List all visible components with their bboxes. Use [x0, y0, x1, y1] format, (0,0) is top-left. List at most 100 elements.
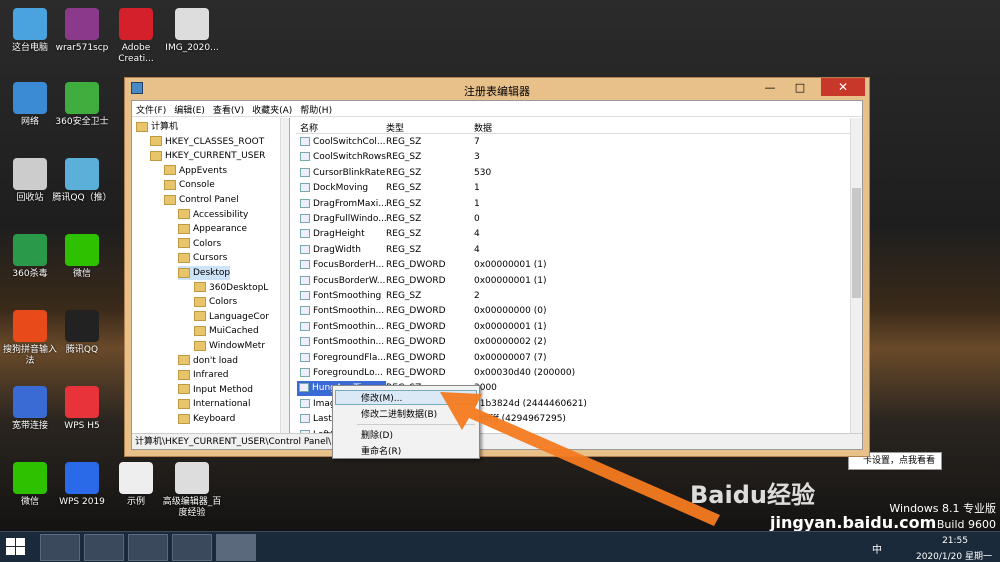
minimize-button[interactable]: — — [757, 81, 783, 94]
value-row[interactable]: FontSmoothing REG_SZ 2 — [296, 289, 850, 304]
menu-item[interactable]: 收藏夹(A) — [248, 101, 296, 118]
desktop-icon[interactable]: 搜狗拼音输入法 — [0, 310, 60, 367]
reg-value-icon — [300, 398, 310, 408]
value-row[interactable]: CursorBlinkRate REG_SZ 530 — [296, 166, 850, 181]
column-data[interactable]: 数据 — [474, 121, 492, 134]
desktop-icon[interactable]: 腾讯QQ（推） — [52, 158, 112, 204]
tree-node-label: Accessibility — [193, 209, 249, 220]
tree-node[interactable]: Appearance — [178, 222, 247, 236]
desktop-icon[interactable]: 高级编辑器_百度经验 — [162, 462, 222, 519]
value-row[interactable]: FontSmoothin... REG_DWORD 0x00000002 (2) — [296, 335, 850, 350]
desktop-icon[interactable]: 示例 — [106, 462, 166, 508]
menu-modify[interactable]: 修改(M)... — [361, 391, 402, 404]
taskbar-explorer-icon[interactable] — [172, 534, 212, 561]
tree-node[interactable]: WindowMetr — [194, 339, 265, 353]
desktop-icon[interactable]: 这台电脑 — [0, 8, 60, 54]
desktop-icon[interactable]: 微信 — [52, 234, 112, 280]
value-row[interactable]: FocusBorderH... REG_DWORD 0x00000001 (1) — [296, 258, 850, 273]
value-name: DockMoving — [313, 183, 369, 194]
tree-node[interactable]: Accessibility — [178, 208, 248, 222]
folder-icon — [136, 121, 148, 132]
value-row[interactable]: DockMoving REG_SZ 1 — [296, 181, 850, 196]
desktop-icon[interactable]: 网络 — [0, 82, 60, 128]
tree-node[interactable]: Input Method — [178, 383, 253, 397]
column-name[interactable]: 名称 — [300, 121, 318, 134]
value-row[interactable]: CoolSwitchCol... REG_SZ 7 — [296, 135, 850, 150]
desktop-icon[interactable]: 360安全卫士 — [52, 82, 112, 128]
value-row[interactable]: DragFullWindo... REG_SZ 0 — [296, 212, 850, 227]
tree-node[interactable]: Desktop — [178, 266, 231, 280]
desktop-icon[interactable]: 微信 — [0, 462, 60, 508]
value-name-cell: FocusBorderH... — [300, 258, 384, 273]
value-row[interactable]: CoolSwitchRows REG_SZ 3 — [296, 150, 850, 165]
taskbar-browser-icon[interactable] — [40, 534, 80, 561]
tree-node[interactable]: Cursors — [178, 251, 227, 265]
reg-value-icon — [300, 244, 310, 254]
menu-delete[interactable]: 删除(D) — [361, 428, 393, 441]
desktop-icon[interactable]: 回收站 — [0, 158, 60, 204]
tree-node[interactable]: HKEY_CLASSES_ROOT — [150, 135, 264, 149]
tree-node[interactable]: HKEY_CURRENT_USER — [150, 149, 265, 163]
tree-node[interactable]: Colors — [194, 295, 237, 309]
column-type[interactable]: 类型 — [386, 121, 404, 134]
tree-node[interactable]: LanguageCor — [194, 310, 269, 324]
value-row[interactable]: ForegroundFla... REG_DWORD 0x00000007 (7) — [296, 351, 850, 366]
taskbar-ie-icon[interactable] — [84, 534, 124, 561]
folder-icon — [194, 325, 206, 336]
tree-node-label: MuiCached — [209, 326, 259, 337]
tree-node[interactable]: MuiCached — [194, 324, 259, 338]
tree-node[interactable]: AppEvents — [164, 164, 227, 178]
value-data: 0x00030d40 (200000) — [474, 368, 576, 378]
folder-icon — [194, 282, 206, 293]
tree-node[interactable]: don't load — [178, 354, 238, 368]
value-data: 0x00000001 (1) — [474, 275, 547, 286]
tree-node-label: Input Method — [193, 384, 253, 395]
desktop-icon-label: 360杀毒 — [12, 269, 48, 279]
menu-item[interactable]: 帮助(H) — [296, 101, 336, 118]
clock-time[interactable]: 21:55 — [942, 536, 968, 546]
title-bar[interactable]: 注册表编辑器 — □ ✕ — [125, 78, 869, 100]
value-row[interactable]: DragFromMaxi... REG_SZ 1 — [296, 197, 850, 212]
tree-node[interactable]: Console — [164, 178, 215, 192]
value-row[interactable]: DragHeight REG_SZ 4 — [296, 227, 850, 242]
desktop-icon[interactable]: 360杀毒 — [0, 234, 60, 280]
clock-date[interactable]: 2020/1/20 星期一 — [916, 549, 992, 562]
menu-item[interactable]: 编辑(E) — [170, 101, 209, 118]
value-row[interactable]: FontSmoothin... REG_DWORD 0x00000000 (0) — [296, 304, 850, 319]
list-scroll-thumb[interactable] — [852, 188, 861, 298]
desktop-icon[interactable]: IMG_2020... — [162, 8, 222, 54]
close-button[interactable]: ✕ — [821, 78, 865, 96]
start-button[interactable] — [6, 538, 26, 556]
desktop-icon[interactable]: 宽带连接 — [0, 386, 60, 432]
registry-tree[interactable]: Keyboard International Input Method Infrare… — [132, 118, 290, 434]
menu-item[interactable]: 查看(V) — [209, 101, 248, 118]
taskbar-phone-icon[interactable] — [128, 534, 168, 561]
maximize-button[interactable]: □ — [787, 81, 813, 94]
value-row[interactable]: DragWidth REG_SZ 4 — [296, 243, 850, 258]
tree-node[interactable]: Keyboard — [178, 412, 235, 426]
app-icon — [13, 462, 47, 494]
ime-indicator[interactable]: 中 — [872, 541, 882, 556]
desktop-icon[interactable]: WPS 2019 — [52, 462, 112, 508]
tree-scrollbar[interactable] — [280, 118, 289, 434]
tree-node[interactable]: International — [178, 397, 250, 411]
taskbar-regedit-icon[interactable] — [216, 534, 256, 561]
desktop-icon-label: 腾讯QQ（推） — [52, 193, 112, 203]
tree-node[interactable]: Infrared — [178, 368, 229, 382]
tree-node[interactable]: 计算机 — [136, 120, 178, 134]
folder-icon — [164, 165, 176, 176]
value-type: REG_DWORD — [386, 368, 446, 378]
reg-value-icon — [300, 167, 310, 177]
value-row[interactable]: FocusBorderW... REG_DWORD 0x00000001 (1) — [296, 274, 850, 289]
desktop-icon[interactable]: Adobe Creati... — [106, 8, 166, 65]
tree-node[interactable]: Control Panel — [164, 193, 239, 207]
tree-node[interactable]: Colors — [178, 237, 221, 251]
desktop-icon[interactable]: 腾讯QQ — [52, 310, 112, 356]
list-scrollbar[interactable] — [850, 118, 862, 434]
menu-item[interactable]: 文件(F) — [132, 101, 170, 118]
desktop-icon[interactable]: WPS H5 — [52, 386, 112, 432]
tree-node[interactable]: 360DesktopL — [194, 281, 268, 295]
value-row[interactable]: FontSmoothin... REG_DWORD 0x00000001 (1) — [296, 320, 850, 335]
menu-rename[interactable]: 重命名(R) — [361, 444, 401, 457]
desktop-icon[interactable]: wrar571scp — [52, 8, 112, 54]
